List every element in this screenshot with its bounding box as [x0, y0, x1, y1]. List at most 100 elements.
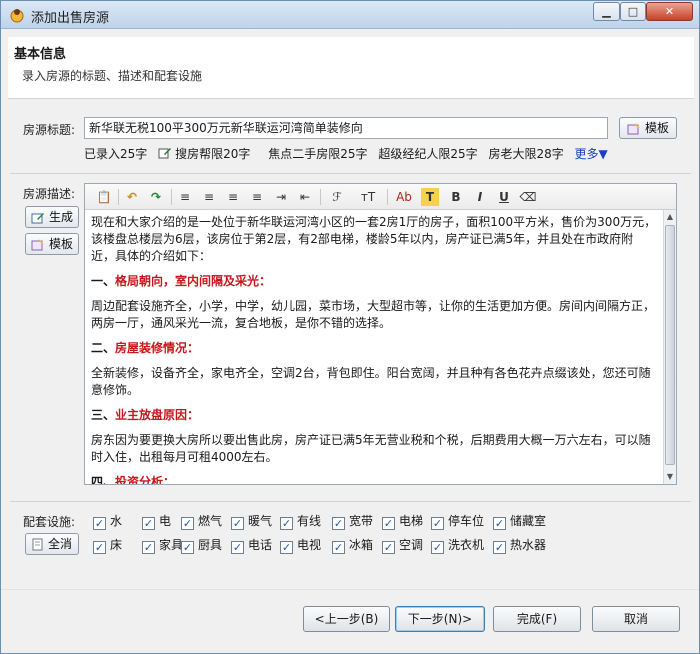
heading-2-text: 房屋装修情况： [115, 341, 200, 355]
bold-icon[interactable]: B [447, 188, 465, 206]
paste-icon[interactable]: 📋 [95, 188, 113, 206]
facility-checkbox[interactable]: ✓ 电视 [280, 536, 321, 554]
facility-checkbox[interactable]: ✓ 宽带 [332, 512, 373, 530]
minimize-button[interactable]: ▁ [593, 2, 620, 21]
footer-divider [1, 589, 699, 590]
facility-checkbox[interactable]: ✓ 暖气 [231, 512, 272, 530]
checkbox-checked-icon[interactable]: ✓ [431, 541, 444, 554]
desc-reason: 房东因为要更换大房所以要出售此房，房产证已满5年无营业税和个税，后期费用大概一万… [91, 433, 651, 464]
redo-icon[interactable]: ↷ [147, 188, 165, 206]
checkbox-checked-icon[interactable]: ✓ [382, 541, 395, 554]
limit-soufang-text: 搜房帮限20字 [175, 147, 251, 161]
generate-label: 生成 [48, 210, 73, 224]
facility-label: 洗衣机 [448, 538, 485, 552]
font-color-icon[interactable]: Ab [393, 188, 415, 206]
char-limits-bar: 已录入25字 搜房帮限20字 焦点二手房限25字 超级经纪人限25字 房老大限2… [84, 145, 615, 162]
title-template-button[interactable]: 模板 [619, 117, 677, 139]
facility-checkbox[interactable]: ✓ 空调 [382, 536, 423, 554]
facility-checkbox[interactable]: ✓ 冰箱 [332, 536, 373, 554]
facility-checkbox[interactable]: ✓ 家具 [142, 536, 183, 554]
checkbox-checked-icon[interactable]: ✓ [142, 541, 155, 554]
heading-4-prefix: 四、 [91, 475, 116, 484]
outdent-icon[interactable]: ⇤ [296, 188, 314, 206]
align-right-icon[interactable]: ≡ [224, 188, 242, 206]
undo-icon[interactable]: ↶ [123, 188, 141, 206]
facility-checkbox[interactable]: ✓ 有线 [280, 512, 321, 530]
checkbox-checked-icon[interactable]: ✓ [280, 517, 293, 530]
toggle-all-label: 全消 [47, 537, 72, 551]
checkbox-checked-icon[interactable]: ✓ [332, 541, 345, 554]
toolbar-separator [171, 189, 172, 205]
facility-label: 水 [110, 514, 123, 528]
checkbox-checked-icon[interactable]: ✓ [93, 517, 106, 530]
facility-checkbox[interactable]: ✓ 电梯 [382, 512, 423, 530]
cancel-button[interactable]: 取消 [592, 606, 680, 632]
eraser-icon[interactable]: ⌫ [519, 188, 537, 206]
edit-icon [158, 148, 172, 159]
maximize-button[interactable]: □ [620, 2, 646, 21]
checkbox-checked-icon[interactable]: ✓ [231, 541, 244, 554]
desc-heading-3: 三、业主放盘原因： [91, 407, 657, 424]
scroll-thumb[interactable] [665, 225, 675, 465]
desc-decoration: 全新装修，设备齐全，家电齐全，空调2台，背包即住。阳台宽阔，并且种有各色花卉点缀… [91, 366, 651, 397]
underline-icon[interactable]: U [495, 188, 513, 206]
highlight-icon[interactable]: T [421, 188, 439, 206]
limit-soufang: 搜房帮限20字 [158, 147, 257, 161]
checkbox-checked-icon[interactable]: ✓ [332, 517, 345, 530]
header-panel: 基本信息 录入房源的标题、描述和配套设施 [8, 37, 694, 99]
checkbox-checked-icon[interactable]: ✓ [493, 517, 506, 530]
italic-icon[interactable]: I [471, 188, 489, 206]
facility-label: 厨具 [198, 538, 223, 552]
scroll-up-icon[interactable]: ▲ [664, 210, 676, 224]
facility-checkbox[interactable]: ✓ 床 [93, 536, 122, 554]
facility-label: 燃气 [198, 514, 223, 528]
toolbar-separator [387, 189, 388, 205]
checkbox-checked-icon[interactable]: ✓ [231, 517, 244, 530]
prev-button[interactable]: <上一步(B) [303, 606, 390, 632]
rich-text-editor[interactable]: 📋 ↶ ↷ ≡ ≡ ≡ ≡ ⇥ ⇤ ℱ ᴛT Ab T B I U ⌫ 现在和大… [84, 183, 677, 485]
next-button[interactable]: 下一步(N)> [395, 606, 485, 632]
facility-checkbox[interactable]: ✓ 燃气 [181, 512, 222, 530]
title-bar[interactable]: 添加出售房源 ▁ □ ✕ [1, 1, 699, 29]
font-family-icon[interactable]: ℱ [325, 188, 349, 206]
facility-checkbox[interactable]: ✓ 洗衣机 [431, 536, 484, 554]
checkbox-checked-icon[interactable]: ✓ [493, 541, 506, 554]
generate-button[interactable]: 生成 [25, 206, 79, 228]
maximize-icon: □ [627, 5, 639, 18]
heading-3-text: 业主放盘原因： [115, 408, 200, 422]
editor-scrollbar[interactable]: ▲ ▼ [663, 210, 676, 484]
facility-checkbox[interactable]: ✓ 停车位 [431, 512, 484, 530]
facility-label: 电话 [248, 538, 273, 552]
checkbox-checked-icon[interactable]: ✓ [93, 541, 106, 554]
desc-intro: 现在和大家介绍的是一处位于新华联运河湾小区的一套2房1厅的房子，面积100平方米… [91, 215, 657, 263]
checkbox-checked-icon[interactable]: ✓ [280, 541, 293, 554]
facility-checkbox[interactable]: ✓ 水 [93, 512, 122, 530]
listing-title-input[interactable]: 新华联无税100平300万元新华联运河湾简单装修向 [84, 117, 608, 139]
checkbox-checked-icon[interactable]: ✓ [142, 517, 155, 530]
checkbox-checked-icon[interactable]: ✓ [181, 517, 194, 530]
toggle-all-button[interactable]: 全消 [25, 533, 79, 555]
editor-content[interactable]: 现在和大家介绍的是一处位于新华联运河湾小区的一套2房1厅的房子，面积100平方米… [85, 210, 663, 484]
facility-checkbox[interactable]: ✓ 电 [142, 512, 171, 530]
font-size-icon[interactable]: ᴛT [355, 188, 381, 206]
generate-icon [31, 212, 44, 223]
checkbox-checked-icon[interactable]: ✓ [382, 517, 395, 530]
facility-checkbox[interactable]: ✓ 厨具 [181, 536, 222, 554]
title-template-label: 模板 [644, 121, 669, 135]
more-link[interactable]: 更多▼ [575, 147, 608, 161]
facility-checkbox[interactable]: ✓ 储藏室 [493, 512, 546, 530]
justify-icon[interactable]: ≡ [248, 188, 266, 206]
desc-heading-4: 四、投资分析： [91, 474, 657, 484]
checkbox-checked-icon[interactable]: ✓ [431, 517, 444, 530]
facility-label: 床 [110, 538, 123, 552]
indent-icon[interactable]: ⇥ [272, 188, 290, 206]
scroll-down-icon[interactable]: ▼ [664, 470, 676, 484]
align-left-icon[interactable]: ≡ [176, 188, 194, 206]
align-center-icon[interactable]: ≡ [200, 188, 218, 206]
desc-template-button[interactable]: 模板 [25, 233, 79, 255]
facility-checkbox[interactable]: ✓ 电话 [231, 536, 272, 554]
finish-button[interactable]: 完成(F) [493, 606, 581, 632]
facility-checkbox[interactable]: ✓ 热水器 [493, 536, 546, 554]
checkbox-checked-icon[interactable]: ✓ [181, 541, 194, 554]
close-button[interactable]: ✕ [646, 2, 693, 21]
